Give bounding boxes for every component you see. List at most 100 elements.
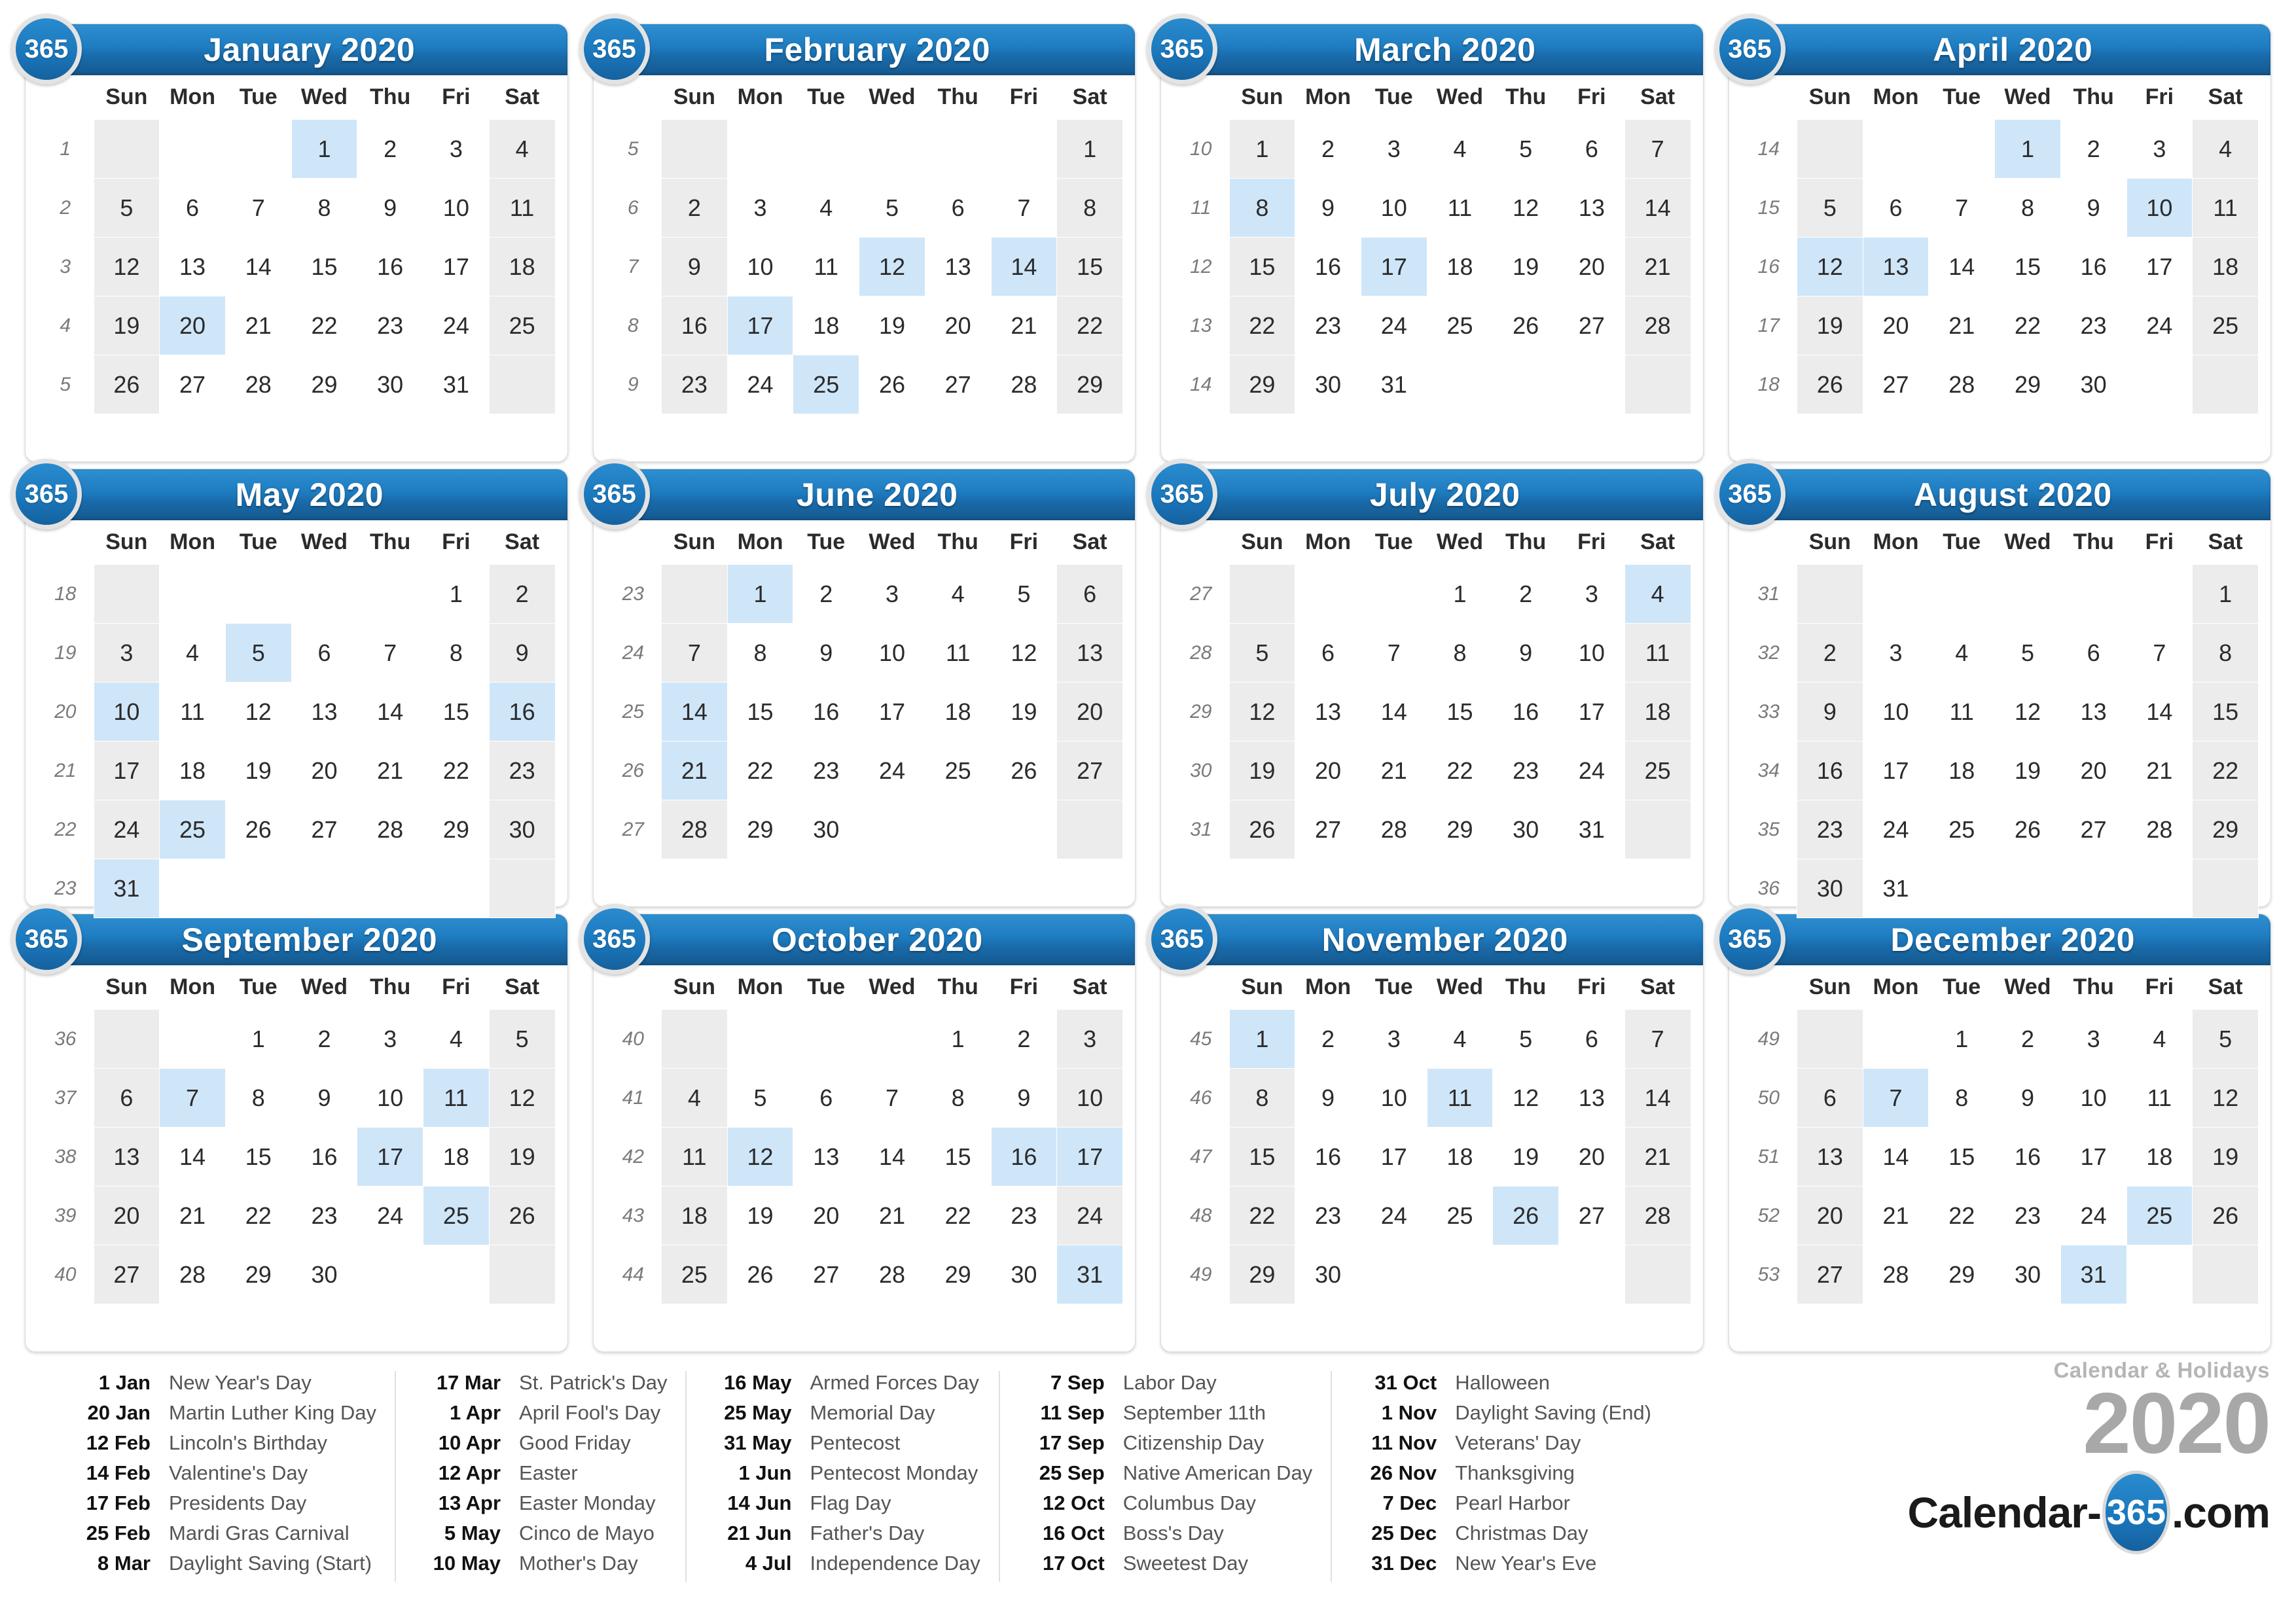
day-cell[interactable]: 17 <box>1558 682 1625 741</box>
day-cell[interactable]: 27 <box>1056 741 1123 800</box>
day-cell[interactable]: 20 <box>93 1186 160 1245</box>
day-cell[interactable]: 30 <box>1295 355 1361 414</box>
day-cell[interactable]: 4 <box>2192 119 2259 179</box>
day-cell[interactable]: 10 <box>423 178 490 238</box>
day-cell[interactable]: 18 <box>423 1127 490 1186</box>
week-number[interactable]: 5 <box>37 355 94 414</box>
day-cell[interactable]: 22 <box>1426 741 1494 800</box>
legend-item[interactable]: 12 Oct Columbus Day <box>1018 1491 1312 1522</box>
day-cell[interactable]: 14 <box>224 237 292 296</box>
legend-item[interactable]: 7 Sep Labor Day <box>1018 1371 1312 1401</box>
week-number[interactable]: 49 <box>1173 1245 1229 1304</box>
week-number[interactable]: 7 <box>605 238 662 296</box>
day-cell[interactable]: 1 <box>1994 119 2061 179</box>
week-number[interactable]: 12 <box>1173 238 1229 296</box>
day-cell[interactable]: 24 <box>726 355 794 414</box>
day-cell[interactable]: 16 <box>1994 1127 2061 1186</box>
day-cell[interactable]: 20 <box>793 1186 860 1245</box>
day-cell[interactable]: 11 <box>2126 1068 2193 1128</box>
day-cell[interactable]: 7 <box>2126 623 2193 683</box>
day-cell[interactable]: 20 <box>924 296 992 355</box>
week-number[interactable]: 13 <box>1173 296 1229 355</box>
day-cell[interactable]: 25 <box>2126 1186 2193 1245</box>
day-cell[interactable]: 16 <box>291 1127 358 1186</box>
day-cell[interactable]: 20 <box>1558 237 1625 296</box>
day-cell[interactable]: 13 <box>2060 682 2127 741</box>
day-cell[interactable]: 12 <box>1492 1068 1560 1128</box>
day-cell[interactable]: 13 <box>924 237 992 296</box>
day-cell[interactable]: 10 <box>1360 1068 1427 1128</box>
day-cell[interactable]: 8 <box>1928 1068 1996 1128</box>
legend-item[interactable]: 17 Oct Sweetest Day <box>1018 1552 1312 1582</box>
day-cell[interactable]: 3 <box>357 1009 424 1069</box>
day-cell[interactable]: 4 <box>1426 119 1494 179</box>
day-cell[interactable]: 30 <box>1797 859 1863 918</box>
day-cell[interactable]: 24 <box>93 800 160 859</box>
day-cell[interactable]: 1 <box>1229 119 1296 179</box>
day-cell[interactable]: 9 <box>291 1068 358 1128</box>
day-cell[interactable]: 6 <box>1056 564 1123 624</box>
day-cell[interactable]: 12 <box>488 1068 556 1128</box>
day-cell[interactable]: 19 <box>1229 741 1296 800</box>
legend-item[interactable]: 16 May Armed Forces Day <box>705 1371 980 1401</box>
week-number[interactable]: 14 <box>1741 120 1797 179</box>
day-cell[interactable]: 9 <box>1492 623 1560 683</box>
day-cell[interactable]: 17 <box>1862 741 1929 800</box>
day-cell[interactable]: 5 <box>1492 119 1560 179</box>
day-cell[interactable]: 23 <box>1295 296 1361 355</box>
legend-item[interactable]: 12 Feb Lincoln's Birthday <box>64 1431 376 1461</box>
day-cell[interactable]: 23 <box>1492 741 1560 800</box>
day-cell[interactable]: 13 <box>93 1127 160 1186</box>
week-number[interactable]: 4 <box>37 296 94 355</box>
day-cell[interactable]: 4 <box>1426 1009 1494 1069</box>
day-cell[interactable]: 16 <box>1492 682 1560 741</box>
week-number[interactable]: 43 <box>605 1186 662 1245</box>
day-cell[interactable]: 6 <box>1295 623 1361 683</box>
day-cell[interactable]: 23 <box>357 296 424 355</box>
day-cell[interactable]: 11 <box>1426 1068 1494 1128</box>
day-cell[interactable]: 7 <box>1928 178 1996 238</box>
day-cell[interactable]: 16 <box>488 682 556 741</box>
day-cell[interactable]: 15 <box>423 682 490 741</box>
week-number[interactable]: 28 <box>1173 624 1229 683</box>
day-cell[interactable]: 21 <box>224 296 292 355</box>
day-cell[interactable]: 11 <box>1928 682 1996 741</box>
week-number[interactable]: 10 <box>1173 120 1229 179</box>
day-cell[interactable]: 8 <box>726 623 794 683</box>
day-cell[interactable]: 19 <box>2192 1127 2259 1186</box>
day-cell[interactable]: 15 <box>726 682 794 741</box>
day-cell[interactable]: 6 <box>1862 178 1929 238</box>
day-cell[interactable]: 21 <box>1360 741 1427 800</box>
day-cell[interactable]: 15 <box>224 1127 292 1186</box>
day-cell[interactable]: 18 <box>159 741 226 800</box>
day-cell[interactable]: 31 <box>2060 1245 2127 1304</box>
day-cell[interactable]: 2 <box>488 564 556 624</box>
week-number[interactable]: 19 <box>37 624 94 683</box>
week-number[interactable]: 36 <box>37 1010 94 1069</box>
legend-item[interactable]: 11 Sep September 11th <box>1018 1401 1312 1431</box>
day-cell[interactable]: 18 <box>2192 237 2259 296</box>
week-number[interactable]: 23 <box>605 565 662 624</box>
day-cell[interactable]: 26 <box>1492 296 1560 355</box>
legend-item[interactable]: 5 May Cinco de Mayo <box>414 1522 667 1552</box>
day-cell[interactable]: 28 <box>1360 800 1427 859</box>
week-number[interactable]: 18 <box>1741 355 1797 414</box>
day-cell[interactable]: 13 <box>1558 1068 1625 1128</box>
day-cell[interactable]: 22 <box>726 741 794 800</box>
day-cell[interactable]: 6 <box>1797 1068 1863 1128</box>
day-cell[interactable]: 29 <box>224 1245 292 1304</box>
day-cell[interactable]: 24 <box>1862 800 1929 859</box>
day-cell[interactable]: 16 <box>661 296 728 355</box>
day-cell[interactable]: 5 <box>488 1009 556 1069</box>
week-number[interactable]: 31 <box>1741 565 1797 624</box>
legend-item[interactable]: 1 Jan New Year's Day <box>64 1371 376 1401</box>
day-cell[interactable]: 11 <box>488 178 556 238</box>
legend-item[interactable]: 1 Apr April Fool's Day <box>414 1401 667 1431</box>
day-cell[interactable]: 30 <box>793 800 860 859</box>
day-cell[interactable]: 11 <box>2192 178 2259 238</box>
day-cell[interactable]: 24 <box>1360 1186 1427 1245</box>
day-cell[interactable]: 10 <box>1862 682 1929 741</box>
day-cell[interactable]: 29 <box>726 800 794 859</box>
day-cell[interactable]: 21 <box>2126 741 2193 800</box>
day-cell[interactable]: 6 <box>1558 119 1625 179</box>
